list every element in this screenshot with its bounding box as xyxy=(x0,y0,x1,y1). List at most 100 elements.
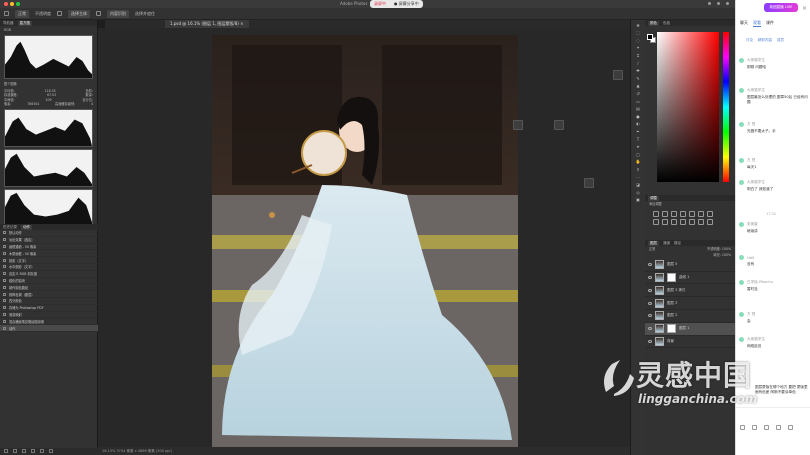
dodge-tool-icon[interactable]: ◐ xyxy=(634,121,643,126)
recording-stop-label[interactable]: 录屏中 xyxy=(374,1,386,7)
pressure-icon[interactable] xyxy=(57,11,62,16)
checkbox-icon[interactable] xyxy=(3,231,6,235)
checkbox-icon[interactable] xyxy=(3,326,6,330)
tab-courseware[interactable]: 课件 xyxy=(766,20,774,27)
layer-row[interactable]: 背景 xyxy=(645,336,735,349)
checkbox-icon[interactable] xyxy=(3,272,6,276)
more-tools-icon[interactable]: … xyxy=(634,174,643,179)
hue-slider[interactable] xyxy=(723,32,729,182)
visibility-eye-icon[interactable] xyxy=(648,288,652,292)
visibility-eye-icon[interactable] xyxy=(648,314,652,318)
avatar[interactable] xyxy=(739,255,744,260)
document-tab[interactable]: 1.psd @ 16.1% (图层 1, 图层蒙版/8) × xyxy=(165,20,249,28)
action-item[interactable]: 默认动作 xyxy=(0,230,98,237)
curves-icon[interactable] xyxy=(671,211,677,218)
layer-mask-thumbnail[interactable] xyxy=(667,273,676,282)
layer-thumbnail[interactable] xyxy=(655,336,664,346)
history-brush-icon[interactable]: ↺ xyxy=(634,91,643,96)
record-icon[interactable] xyxy=(13,449,17,453)
close-window-icon[interactable] xyxy=(4,2,8,6)
canvas-area[interactable] xyxy=(98,28,630,450)
tab-members[interactable]: 成员 xyxy=(777,38,784,43)
tab-paths[interactable]: 路径 xyxy=(674,241,681,246)
visibility-eye-icon[interactable] xyxy=(648,263,652,267)
action-item[interactable]: 存储为 Photoshop PDF xyxy=(0,305,98,312)
tab-highlights[interactable]: 精彩内容 xyxy=(758,38,772,43)
layer-row[interactable]: 图层 3 xyxy=(645,297,735,310)
checkbox-icon[interactable] xyxy=(3,292,6,296)
visibility-eye-icon[interactable] xyxy=(648,276,652,279)
foreground-color-swatch[interactable] xyxy=(647,34,653,40)
select-subject-button[interactable]: 选择主体 xyxy=(68,9,90,18)
lasso-tool-icon[interactable]: ◌ xyxy=(634,38,643,43)
zoom-tool-icon[interactable]: ⚲ xyxy=(634,167,643,172)
eyedropper-icon[interactable]: ⁄ xyxy=(634,61,643,66)
hue-saturation-icon[interactable] xyxy=(698,211,704,218)
action-item[interactable]: 制作剪贴路径 xyxy=(0,284,98,292)
chat-username[interactable]: Hd9 xyxy=(747,256,754,260)
stop-icon[interactable] xyxy=(4,449,8,453)
quick-mask-icon[interactable]: ◎ xyxy=(634,190,643,195)
layer-row[interactable]: 图层 5 xyxy=(645,259,735,272)
marquee-tool-icon[interactable]: ⬚ xyxy=(634,30,643,35)
checkbox-icon[interactable] xyxy=(3,278,6,282)
action-item[interactable]: 四分颜色 xyxy=(0,298,98,305)
action-item[interactable]: 木质画框 - 50 像素 xyxy=(0,250,98,258)
document-image[interactable] xyxy=(212,35,518,450)
avatar[interactable] xyxy=(739,122,744,127)
crop-tool-icon[interactable]: ⌗ xyxy=(634,53,643,58)
action-item[interactable]: 棕褐色调（图层） xyxy=(0,291,98,298)
chat-username[interactable]: 方 慧 xyxy=(747,158,755,163)
visibility-eye-icon[interactable] xyxy=(648,339,652,343)
canvas-tool-button[interactable] xyxy=(513,120,523,130)
exposure-icon[interactable] xyxy=(680,211,686,218)
color-balance-icon[interactable] xyxy=(707,211,713,218)
pen-tool-icon[interactable]: ✒ xyxy=(634,129,643,134)
gradient-tool-icon[interactable]: ▤ xyxy=(634,106,643,111)
chat-username[interactable]: 方 慧 xyxy=(747,312,755,317)
avatar[interactable] xyxy=(739,158,744,163)
avatar[interactable] xyxy=(739,58,744,63)
action-item[interactable]: 投影（文字） xyxy=(0,257,98,264)
layer-opacity[interactable]: 不透明度: 100% xyxy=(707,247,731,251)
chat-username[interactable]: 大熊猫学生 xyxy=(747,58,765,63)
tab-watch[interactable]: 观看 xyxy=(753,20,761,27)
checkbox-icon[interactable] xyxy=(3,238,6,242)
layer-row[interactable]: 图层 1 xyxy=(645,322,735,336)
layer-name[interactable]: 曲线 1 xyxy=(679,275,689,280)
layer-name[interactable]: 图层 3 xyxy=(667,301,677,306)
more-icon[interactable] xyxy=(788,425,793,430)
screen-share-label[interactable]: ● 屏幕分享中 xyxy=(394,1,419,7)
layer-thumbnail[interactable] xyxy=(655,285,664,295)
new-set-icon[interactable] xyxy=(31,449,35,453)
action-item[interactable]: 熔化的铅块 xyxy=(0,278,98,285)
minimize-window-icon[interactable] xyxy=(10,2,14,6)
stamp-tool-icon[interactable]: ▲ xyxy=(634,83,643,88)
settings-icon[interactable] xyxy=(96,11,101,16)
close-icon[interactable]: × xyxy=(802,5,807,12)
search-icon[interactable] xyxy=(708,2,711,5)
tool-preset-icon[interactable] xyxy=(4,11,9,16)
bw-icon[interactable] xyxy=(653,219,659,226)
avatar[interactable] xyxy=(739,222,744,227)
recording-pill[interactable]: 录屏中 ● 屏幕分享中 xyxy=(370,0,423,8)
channel-select[interactable]: RGB xyxy=(4,28,11,32)
tab-channels[interactable]: 通道 xyxy=(663,241,670,246)
tab-chat[interactable]: 聊天 xyxy=(740,20,748,27)
layer-name[interactable]: 背景 xyxy=(667,339,674,344)
path-select-icon[interactable]: ➤ xyxy=(634,144,643,149)
checkbox-icon[interactable] xyxy=(3,299,6,303)
new-action-icon[interactable] xyxy=(40,449,44,453)
photo-filter-icon[interactable] xyxy=(662,219,668,226)
gradient-map-icon[interactable] xyxy=(707,219,713,226)
avatar[interactable] xyxy=(739,280,744,285)
layer-row[interactable]: 图层 3 拷贝 xyxy=(645,284,735,298)
canvas-tool-button[interactable] xyxy=(613,70,623,80)
visibility-eye-icon[interactable] xyxy=(648,327,652,331)
posterize-icon[interactable] xyxy=(698,219,704,226)
chat-username[interactable]: 方 慧 xyxy=(747,122,755,127)
layer-name[interactable]: 图层 3 拷贝 xyxy=(667,288,685,293)
layer-name[interactable]: 图层 2 xyxy=(667,313,677,318)
checkbox-icon[interactable] xyxy=(3,258,6,262)
avatar[interactable] xyxy=(739,180,744,185)
